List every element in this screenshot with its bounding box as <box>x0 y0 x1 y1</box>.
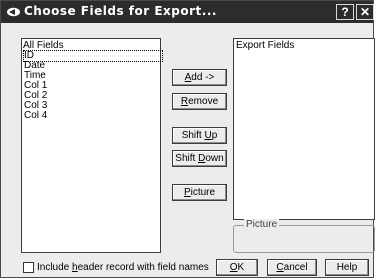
help-text: Help <box>336 262 358 273</box>
export-fields-header: Export Fields <box>236 40 295 51</box>
help-icon: ? <box>341 5 349 19</box>
all-fields-listbox[interactable]: All Fields ID Date Time Col 1 Col 2 Col … <box>21 38 163 253</box>
remove-button-text: emove <box>188 96 219 107</box>
shift-up-text: Shift <box>181 130 205 141</box>
shift-down-text: Shift <box>175 153 199 164</box>
shift-up-accel: U <box>204 130 212 141</box>
picture-group-label: Picture <box>244 219 280 230</box>
help-button[interactable]: Help <box>325 259 369 276</box>
shift-up-text-rest: p <box>211 130 218 141</box>
cancel-button[interactable]: Cancel <box>267 259 317 276</box>
include-header-checkbox[interactable] <box>23 262 34 273</box>
title-bar[interactable]: Choose Fields for Export... ? ✕ <box>1 1 374 23</box>
help-title-button[interactable]: ? <box>336 4 354 20</box>
include-header-text-rest: eader record with field names <box>77 262 209 273</box>
include-header-text: Include <box>37 262 73 273</box>
picture-text: icture <box>190 187 216 198</box>
include-header-label[interactable]: Include header record with field names <box>37 262 209 273</box>
add-button[interactable]: Add -> <box>172 69 227 86</box>
close-icon: ✕ <box>359 5 371 19</box>
close-title-button[interactable]: ✕ <box>356 4 374 20</box>
ok-text: K <box>237 262 245 273</box>
shift-up-button[interactable]: Shift Up <box>172 127 227 144</box>
picture-accel: P <box>183 187 191 198</box>
add-button-text-rest: dd -> <box>191 72 215 83</box>
cancel-accel: C <box>276 262 284 273</box>
export-dialog: Choose Fields for Export... ? ✕ All Fiel… <box>0 0 375 278</box>
export-arrow-icon <box>7 7 20 17</box>
cancel-text: ancel <box>283 262 308 273</box>
window-title: Choose Fields for Export... <box>24 4 217 18</box>
picture-groupbox: Picture <box>233 219 375 253</box>
picture-button[interactable]: Picture <box>172 184 227 201</box>
remove-button[interactable]: Remove <box>172 93 227 110</box>
shift-down-button[interactable]: Shift Down <box>172 150 227 167</box>
shift-down-text-rest: own <box>205 153 224 164</box>
export-fields-listbox[interactable]: Export Fields <box>233 38 375 220</box>
ok-button[interactable]: OK <box>216 259 258 276</box>
ok-accel: O <box>229 262 238 273</box>
list-item-col-4[interactable]: Col 4 <box>24 111 47 121</box>
